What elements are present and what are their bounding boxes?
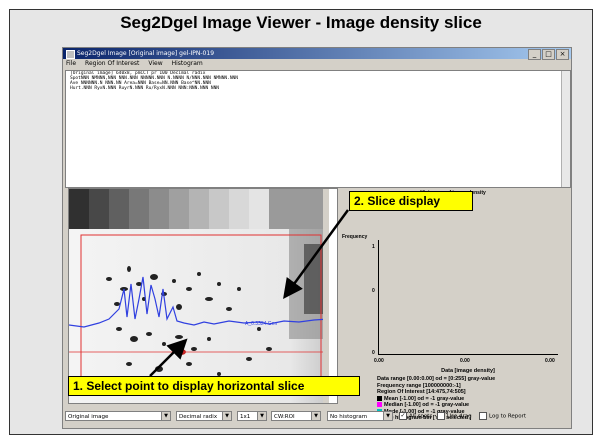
arrow-select-icon [149, 338, 188, 377]
arrow-slice-icon [283, 209, 350, 300]
callout-arrows [149, 209, 350, 377]
